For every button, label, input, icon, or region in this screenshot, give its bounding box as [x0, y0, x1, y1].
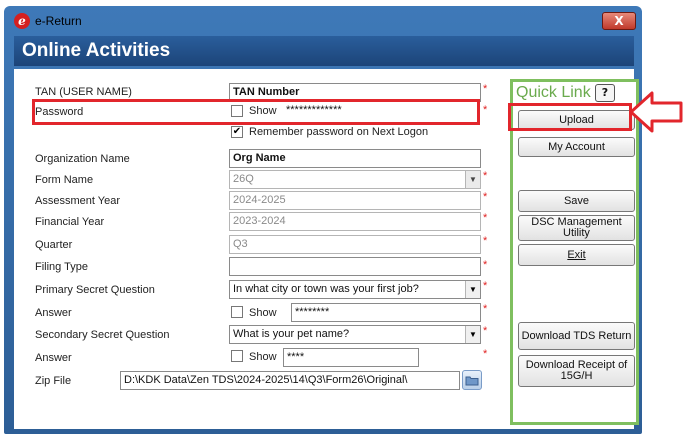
form-name-label: Form Name	[35, 174, 94, 186]
required-mark: *	[483, 104, 488, 116]
quarter-label: Quarter	[35, 239, 73, 251]
form-name-select[interactable]: 26Q ▼	[229, 170, 481, 189]
answer1-input[interactable]: ********	[291, 303, 481, 322]
password-label: Password	[35, 106, 84, 118]
primary-question-select[interactable]: In what city or town was your first job?…	[229, 280, 481, 299]
window-title: e-Return	[35, 14, 82, 28]
my-account-button[interactable]: My Account	[518, 137, 635, 157]
filing-type-input[interactable]	[229, 257, 481, 276]
org-name-input[interactable]: Org Name	[229, 149, 481, 168]
financial-year-label: Financial Year	[35, 216, 105, 228]
form-panel: TAN (USER NAME) TAN Number * Password Sh…	[14, 69, 639, 429]
folder-browse-button[interactable]	[462, 370, 482, 390]
page-title: Online Activities	[14, 36, 634, 66]
download-receipt-button[interactable]: Download Receipt of 15G/H	[518, 355, 635, 387]
quick-link-title: Quick Link	[516, 84, 591, 101]
chevron-down-icon: ▼	[465, 281, 480, 298]
app-window: e e-Return X Online Activities TAN (USER…	[4, 6, 642, 434]
answer1-show-label: Show	[249, 307, 277, 319]
zip-file-label: Zip File	[35, 375, 72, 387]
upload-highlight-box	[508, 103, 632, 131]
password-show-checkbox[interactable]	[231, 105, 243, 117]
app-logo-icon: e	[14, 13, 30, 29]
secondary-question-select[interactable]: What is your pet name? ▼	[229, 325, 481, 344]
required-mark: *	[483, 212, 488, 224]
dsc-management-button[interactable]: DSC Management Utility	[518, 215, 635, 241]
answer2-show-checkbox[interactable]	[231, 350, 243, 362]
chevron-down-icon: ▼	[465, 326, 480, 343]
password-show-label: Show	[249, 105, 277, 117]
required-mark: *	[483, 191, 488, 203]
exit-button[interactable]: Exit	[518, 244, 635, 266]
required-mark: *	[483, 235, 488, 247]
required-mark: *	[483, 280, 488, 292]
required-mark: *	[483, 348, 488, 360]
save-button[interactable]: Save	[518, 190, 635, 212]
remember-password-checkbox[interactable]: ✔	[231, 126, 243, 138]
help-button[interactable]: ?	[595, 84, 615, 102]
primary-question-label: Primary Secret Question	[35, 284, 155, 296]
answer1-show-checkbox[interactable]	[231, 306, 243, 318]
required-mark: *	[483, 259, 488, 271]
assessment-year-label: Assessment Year	[35, 195, 120, 207]
filing-type-label: Filing Type	[35, 261, 88, 273]
required-mark: *	[483, 83, 488, 95]
primary-question-value: In what city or town was your first job?	[233, 283, 419, 295]
pointer-arrow-icon	[629, 91, 683, 133]
quarter-input[interactable]: Q3	[229, 235, 481, 254]
secondary-question-label: Secondary Secret Question	[35, 329, 170, 341]
password-input[interactable]: *************	[283, 102, 477, 121]
answer2-label: Answer	[35, 352, 72, 364]
folder-icon	[465, 376, 479, 386]
answer1-label: Answer	[35, 307, 72, 319]
close-button[interactable]: X	[602, 12, 636, 30]
form-name-value: 26Q	[233, 173, 254, 185]
answer2-show-label: Show	[249, 351, 277, 363]
required-mark: *	[483, 170, 488, 182]
secondary-question-value: What is your pet name?	[233, 328, 350, 340]
required-mark: *	[483, 303, 488, 315]
chevron-down-icon: ▼	[465, 171, 480, 188]
zip-file-input[interactable]: D:\KDK Data\Zen TDS\2024-2025\14\Q3\Form…	[120, 371, 460, 390]
title-bar: e e-Return X	[4, 6, 642, 34]
answer2-input[interactable]: ****	[283, 348, 419, 367]
required-mark: *	[483, 325, 488, 337]
download-tds-return-button[interactable]: Download TDS Return	[518, 322, 635, 350]
remember-password-label: Remember password on Next Logon	[249, 126, 429, 138]
assessment-year-input[interactable]: 2024-2025	[229, 191, 481, 210]
tan-label: TAN (USER NAME)	[35, 86, 132, 98]
org-name-label: Organization Name	[35, 153, 130, 165]
financial-year-input[interactable]: 2023-2024	[229, 212, 481, 231]
